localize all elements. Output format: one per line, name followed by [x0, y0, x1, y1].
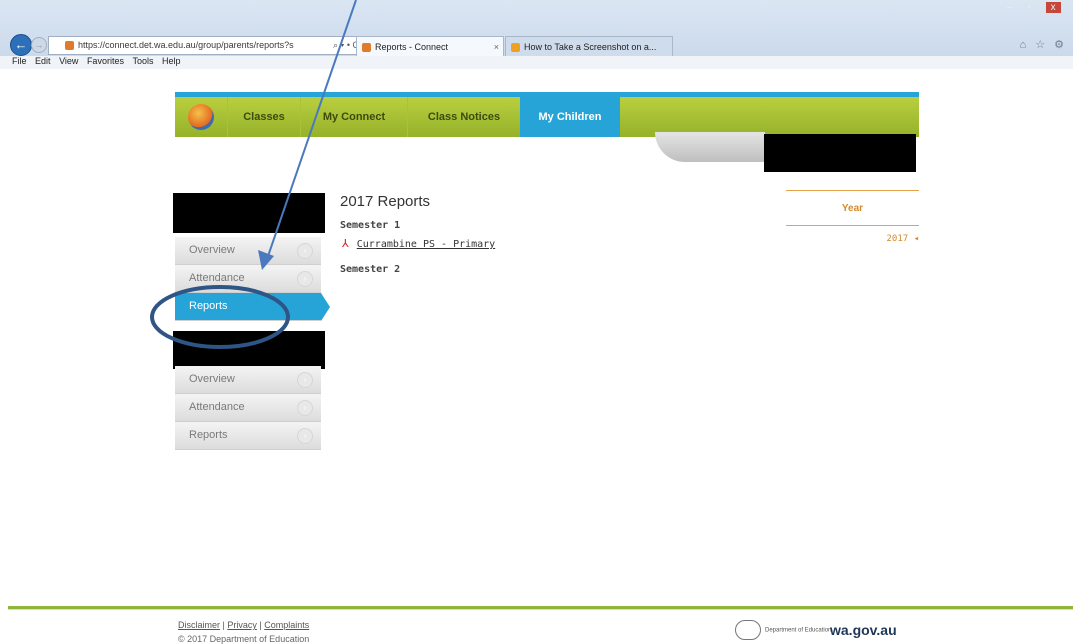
redacted-child-name-2 — [173, 331, 325, 369]
footer-divider-shadow — [8, 609, 1073, 610]
tab-reports-connect[interactable]: Reports - Connect × — [356, 36, 504, 57]
address-url: https://connect.det.wa.edu.au/group/pare… — [78, 40, 294, 50]
wa-gov-logo[interactable]: wa.gov.au — [830, 622, 897, 638]
subnav-shape — [655, 132, 765, 162]
sidebar-item-label: Overview — [189, 373, 235, 385]
sidebar-item-overview-2[interactable]: Overview › — [175, 366, 321, 394]
sidebar-item-attendance-2[interactable]: Attendance › — [175, 394, 321, 422]
nav-class-notices[interactable]: Class Notices — [407, 97, 520, 137]
sidebar-item-label: Attendance — [189, 401, 245, 413]
sidebar-item-overview[interactable]: Overview › — [175, 237, 321, 265]
site-nav: Classes My Connect Class Notices My Chil… — [175, 92, 919, 137]
chevron-right-icon: › — [297, 271, 313, 287]
semester-2-heading: Semester 2 — [340, 264, 401, 275]
nav-classes[interactable]: Classes — [227, 97, 300, 137]
sidebar-item-reports[interactable]: Reports — [175, 293, 330, 321]
year-panel: Year 2017 ◂ — [786, 190, 919, 244]
site-favicon-icon — [65, 41, 74, 51]
semester-1-heading: Semester 1 — [340, 220, 401, 231]
department-name: Department of Education — [765, 627, 832, 634]
crest-icon — [735, 620, 761, 640]
year-heading: Year — [786, 190, 919, 226]
window-close-button[interactable]: x — [1045, 2, 1061, 13]
footer-link-disclaimer[interactable]: Disclaimer — [178, 620, 220, 630]
sidebar-item-label: Attendance — [189, 272, 245, 284]
home-favorites-settings-icons[interactable]: ⌂ ☆ ⚙ — [1020, 38, 1067, 51]
tab-screenshot-howto[interactable]: How to Take a Screenshot on a... — [505, 36, 673, 57]
nav-my-connect[interactable]: My Connect — [300, 97, 407, 137]
logo-icon — [188, 104, 214, 130]
sidebar-item-attendance[interactable]: Attendance › — [175, 265, 321, 293]
menu-tools[interactable]: Tools — [132, 56, 153, 66]
browser-chrome: – ▫ x ← → https://connect.det.wa.edu.au/… — [0, 0, 1073, 63]
address-bar[interactable]: https://connect.det.wa.edu.au/group/pare… — [48, 36, 362, 55]
footer-link-privacy[interactable]: Privacy — [227, 620, 257, 630]
tab-favicon-icon — [511, 43, 520, 53]
menu-edit[interactable]: Edit — [35, 56, 51, 66]
back-button[interactable]: ← — [10, 34, 32, 56]
nav-my-children[interactable]: My Children — [520, 97, 620, 137]
redacted-child-name-1 — [173, 193, 325, 233]
tab-label: Reports - Connect — [375, 42, 449, 52]
active-pointer — [321, 293, 330, 321]
sidebar-item-reports-2[interactable]: Reports › — [175, 422, 321, 450]
sidebar-item-label: Reports — [189, 300, 228, 312]
footer-link-complaints[interactable]: Complaints — [264, 620, 309, 630]
chevron-right-icon: › — [297, 243, 313, 259]
menu-view[interactable]: View — [59, 56, 78, 66]
footer-links: Disclaimer | Privacy | Complaints — [178, 620, 309, 630]
sidebar-item-label: Overview — [189, 244, 235, 256]
sidebar-item-label: Reports — [189, 429, 228, 441]
pdf-icon: ⅄ — [342, 237, 349, 250]
menu-bar: File Edit View Favorites Tools Help — [0, 56, 1073, 69]
menu-file[interactable]: File — [12, 56, 27, 66]
report-link-label[interactable]: Currambine PS - Primary — [357, 239, 495, 250]
connect-logo[interactable] — [178, 100, 226, 134]
tab-label: How to Take a Screenshot on a... — [524, 42, 657, 52]
menu-help[interactable]: Help — [162, 56, 181, 66]
tab-favicon-icon — [362, 43, 371, 53]
forward-button[interactable]: → — [31, 37, 47, 53]
department-logo[interactable]: Department of Education — [735, 620, 831, 640]
year-option-2017[interactable]: 2017 ◂ — [786, 234, 919, 244]
window-controls[interactable]: – ▫ x — [1007, 2, 1067, 16]
tab-close-icon[interactable]: × — [494, 37, 499, 57]
menu-favorites[interactable]: Favorites — [87, 56, 124, 66]
report-link[interactable]: ⅄ Currambine PS - Primary — [342, 237, 495, 250]
redacted-profile — [764, 134, 916, 172]
chevron-right-icon: › — [297, 372, 313, 388]
page-title: 2017 Reports — [340, 193, 431, 210]
chevron-right-icon: › — [297, 400, 313, 416]
chevron-right-icon: › — [297, 428, 313, 444]
